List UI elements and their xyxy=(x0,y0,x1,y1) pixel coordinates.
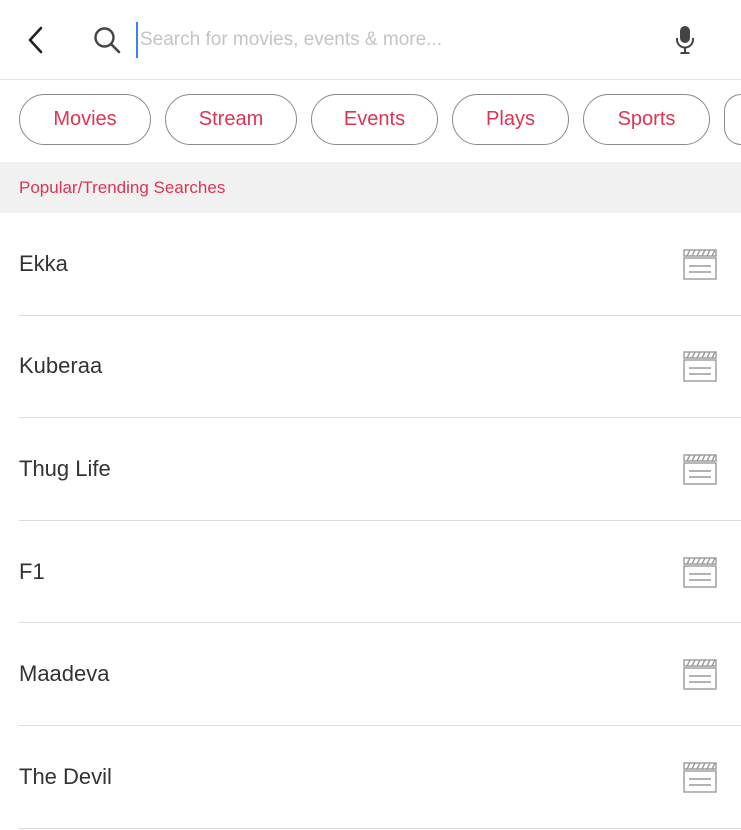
chip-partial[interactable] xyxy=(724,94,741,145)
chip-label: Plays xyxy=(486,108,535,130)
back-button[interactable] xyxy=(14,18,58,62)
clapperboard-icon xyxy=(683,659,717,690)
voice-search-button[interactable] xyxy=(666,20,704,60)
clapperboard-icon xyxy=(683,454,717,485)
clapperboard-icon xyxy=(683,556,717,588)
clapperboard-icon xyxy=(683,249,717,280)
item-label: Ekka xyxy=(19,250,68,276)
list-item[interactable]: Maadeva xyxy=(19,623,741,726)
section-header: Popular/Trending Searches xyxy=(0,162,741,213)
chip-label: Movies xyxy=(53,108,117,130)
section-title: Popular/Trending Searches xyxy=(19,177,226,197)
chip-sports[interactable]: Sports xyxy=(583,94,710,145)
list-item[interactable]: Thug Life xyxy=(19,418,741,521)
chevron-left-icon xyxy=(28,26,43,54)
chip-label: Stream xyxy=(198,108,264,130)
chip-label: Sports xyxy=(617,108,676,130)
item-label: Thug Life xyxy=(19,455,111,481)
microphone-icon xyxy=(676,26,694,54)
category-chips: Movies Stream Events Plays Sports xyxy=(0,80,741,162)
search-bar xyxy=(0,0,741,80)
list-item[interactable]: Ekka xyxy=(19,213,741,316)
item-label: Maadeva xyxy=(19,661,110,687)
chip-stream[interactable]: Stream xyxy=(165,94,297,145)
search-screen: Movies Stream Events Plays Sports Popula… xyxy=(0,0,741,830)
item-label: Kuberaa xyxy=(19,353,103,379)
clapperboard-icon xyxy=(683,351,717,383)
item-label: The Devil xyxy=(19,763,112,789)
search-icon xyxy=(94,27,121,54)
chip-events[interactable]: Events xyxy=(311,94,438,145)
chip-movies[interactable]: Movies xyxy=(19,94,151,145)
list-item[interactable]: F1 xyxy=(19,521,741,624)
trending-list: Ekka Kuberaa Thug Life F1 Maadeva The De… xyxy=(0,213,741,829)
chip-label: Events xyxy=(343,108,406,130)
item-label: F1 xyxy=(19,558,45,584)
search-input[interactable] xyxy=(136,22,636,58)
chip-plays[interactable]: Plays xyxy=(452,94,569,145)
clapperboard-icon xyxy=(683,762,717,793)
list-item[interactable]: Kuberaa xyxy=(19,316,741,419)
list-item[interactable]: The Devil xyxy=(19,726,741,829)
